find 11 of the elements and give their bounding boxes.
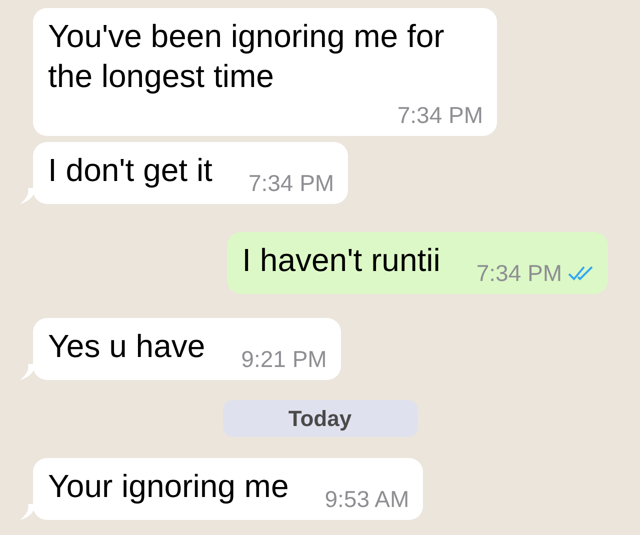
message-time: 7:34 PM bbox=[397, 102, 483, 128]
message-time: 9:53 AM bbox=[324, 486, 410, 512]
message-time: 9:21 PM bbox=[241, 346, 327, 372]
message-text: I haven't runtii bbox=[242, 241, 440, 280]
message-text: Yes u have bbox=[48, 327, 206, 366]
message-time: 7:34 PM bbox=[476, 260, 562, 286]
message-text: Your ignoring me bbox=[48, 467, 289, 506]
message-time: 7:34 PM bbox=[248, 170, 334, 196]
message-text: I don't get it bbox=[48, 151, 212, 190]
date-divider: Today bbox=[222, 400, 418, 437]
message-text: You've been ignoring me for the longest time bbox=[48, 17, 446, 96]
